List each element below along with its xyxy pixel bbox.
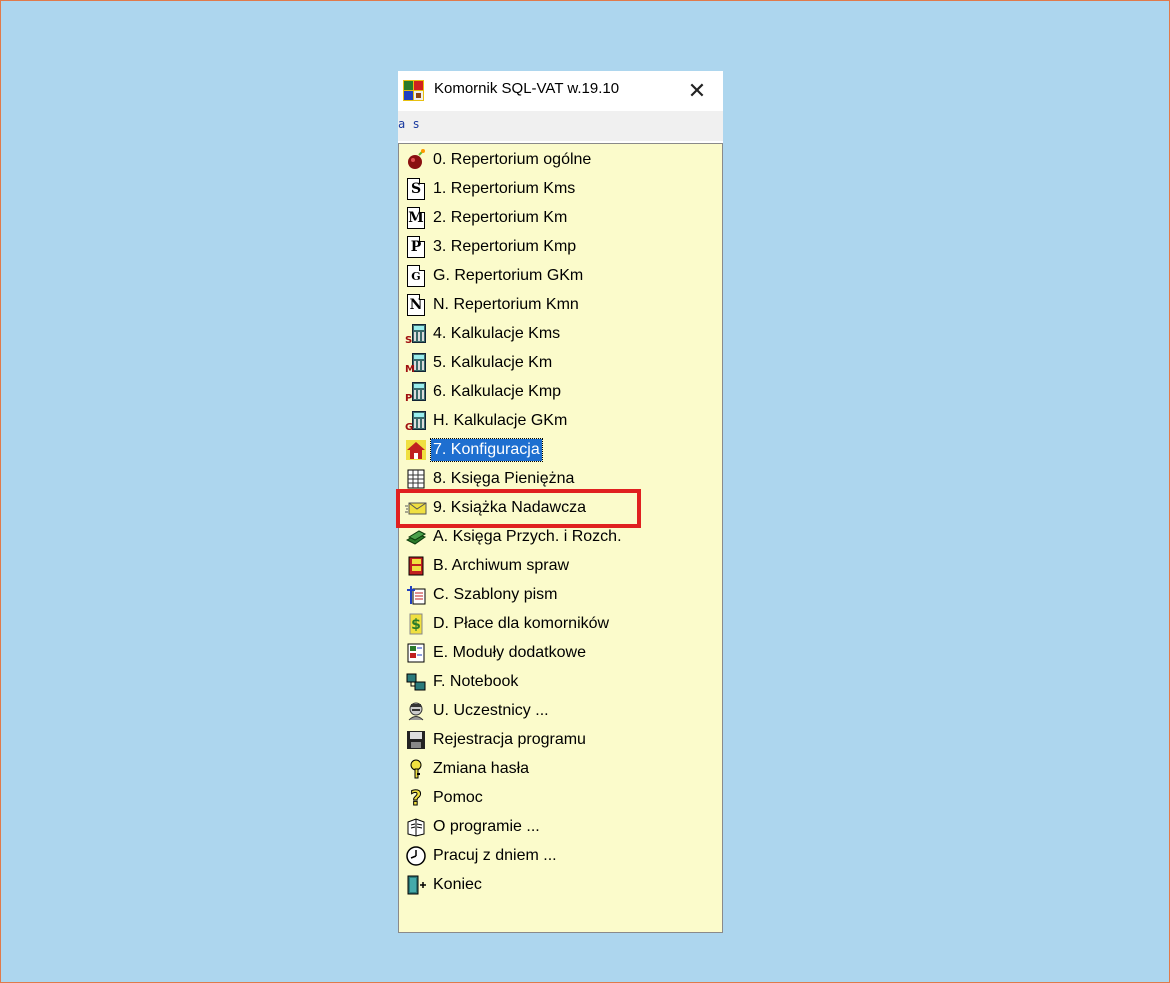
about-icon <box>405 816 427 838</box>
close-icon: ✕ <box>687 78 707 103</box>
letter-m-doc-icon: M <box>405 207 427 229</box>
menu-item-notebook[interactable]: F. Notebook <box>405 668 520 696</box>
menu-item-label: 3. Repertorium Kmp <box>433 238 577 255</box>
menu-item-ksiega-przychodow[interactable]: A. Księga Przych. i Rozch. <box>405 523 624 551</box>
calculator-p-icon: P <box>405 381 427 404</box>
app-window: Komornik SQL-VAT w.19.10 ✕ a s 0. Repert… <box>398 71 723 933</box>
menu-item-label: 7. Konfiguracja <box>430 438 543 462</box>
letter-s-doc-icon: S <box>405 178 427 200</box>
menu-item-o-programie[interactable]: O programie ... <box>405 813 542 841</box>
menu-item-archiwum-spraw[interactable]: B. Archiwum spraw <box>405 552 571 580</box>
house-icon <box>405 439 427 461</box>
modules-icon <box>405 642 427 664</box>
bomb-icon <box>405 149 427 171</box>
exit-door-icon <box>405 874 427 896</box>
menu-bar[interactable]: a s <box>398 111 723 141</box>
menu-item-label: 2. Repertorium Km <box>433 209 568 226</box>
menu-item-ksiazka-nadawcza[interactable]: 9. Książka Nadawcza <box>405 494 588 522</box>
app-logo-icon <box>403 80 424 101</box>
menu-item-repertorium-kms[interactable]: S 1. Repertorium Kms <box>405 175 577 203</box>
menu-item-label: A. Księga Przych. i Rozch. <box>433 528 622 545</box>
menu-item-place-komornikow[interactable]: $ D. Płace dla komorników <box>405 610 611 638</box>
menu-item-label: 8. Księga Pieniężna <box>433 470 575 487</box>
menu-item-repertorium-km[interactable]: M 2. Repertorium Km <box>405 204 569 232</box>
menu-item-kalkulacje-km[interactable]: M 5. Kalkulacje Km <box>405 349 554 377</box>
floppy-icon <box>405 729 427 751</box>
menu-item-repertorium-ogolne[interactable]: 0. Repertorium ogólne <box>405 146 593 174</box>
menu-item-repertorium-kmp[interactable]: P 3. Repertorium Kmp <box>405 233 578 261</box>
menu-item-pracuj-z-dniem[interactable]: Pracuj z dniem ... <box>405 842 559 870</box>
menu-item-label: U. Uczestnicy ... <box>433 702 549 719</box>
menu-item-label: C. Szablony pism <box>433 586 558 603</box>
menu-item-label: 4. Kalkulacje Kms <box>433 325 561 342</box>
menu-item-label: B. Archiwum spraw <box>433 557 570 574</box>
close-button[interactable]: ✕ <box>680 76 714 106</box>
menu-item-koniec[interactable]: Koniec <box>405 871 484 899</box>
ledger-icon <box>405 468 427 490</box>
menu-item-label: 9. Książka Nadawcza <box>433 499 586 516</box>
menu-item-label: Rejestracja programu <box>433 731 586 748</box>
menu-item-label: 0. Repertorium ogólne <box>433 151 592 168</box>
menu-item-label: Koniec <box>433 876 482 893</box>
participants-icon <box>405 700 427 722</box>
menu-item-label: G. Repertorium GKm <box>433 267 584 284</box>
dollar-icon: $ <box>405 613 427 635</box>
menu-item-label: Zmiana hasła <box>433 760 530 777</box>
menu-item-label: 1. Repertorium Kms <box>433 180 576 197</box>
menu-item-kalkulacje-kms[interactable]: S 4. Kalkulacje Kms <box>405 320 562 348</box>
menu-item-label: D. Płace dla komorników <box>433 615 610 632</box>
desktop-background: Komornik SQL-VAT w.19.10 ✕ a s 0. Repert… <box>0 0 1170 983</box>
money-icon <box>405 526 427 548</box>
notebook-icon <box>405 671 427 693</box>
calculator-m-icon: M <box>405 352 427 375</box>
letter-g-doc-icon: G <box>405 265 427 287</box>
envelope-icon <box>405 497 427 519</box>
window-title: Komornik SQL-VAT w.19.10 <box>434 80 620 97</box>
menu-item-repertorium-kmn[interactable]: N N. Repertorium Kmn <box>405 291 581 319</box>
menu-item-repertorium-gkm[interactable]: G G. Repertorium GKm <box>405 262 585 290</box>
menu-item-label: E. Moduły dodatkowe <box>433 644 586 661</box>
menu-item-konfiguracja[interactable]: 7. Konfiguracja <box>405 436 543 464</box>
menu-item-pomoc[interactable]: ? Pomoc <box>405 784 485 812</box>
svg-text:?: ? <box>410 787 422 809</box>
menu-item-label: O programie ... <box>433 818 540 835</box>
menu-item-label: Pracuj z dniem ... <box>433 847 557 864</box>
clock-icon <box>405 845 427 867</box>
menu-item-label: N. Repertorium Kmn <box>433 296 579 313</box>
menu-item-label: H. Kalkulacje GKm <box>433 412 568 429</box>
letter-n-doc-icon: N <box>405 294 427 316</box>
menu-item-zmiana-hasla[interactable]: Zmiana hasła <box>405 755 531 783</box>
help-icon: ? <box>405 787 427 809</box>
letter-p-doc-icon: P <box>405 236 427 258</box>
menu-item-label: 6. Kalkulacje Kmp <box>433 383 562 400</box>
archive-icon <box>405 555 427 577</box>
templates-icon <box>405 584 427 606</box>
menu-item-moduly-dodatkowe[interactable]: E. Moduły dodatkowe <box>405 639 588 667</box>
menu-item-label: F. Notebook <box>433 673 519 690</box>
calculator-g-icon: G <box>405 410 427 433</box>
menu-bar-text: a s <box>398 117 420 131</box>
menu-item-rejestracja-programu[interactable]: Rejestracja programu <box>405 726 588 754</box>
menu-item-szablony-pism[interactable]: C. Szablony pism <box>405 581 560 609</box>
menu-item-ksiega-pieniezna[interactable]: 8. Księga Pieniężna <box>405 465 576 493</box>
menu-item-kalkulacje-gkm[interactable]: G H. Kalkulacje GKm <box>405 407 569 435</box>
key-icon <box>405 758 427 780</box>
calculator-s-icon: S <box>405 323 427 346</box>
menu-item-kalkulacje-kmp[interactable]: P 6. Kalkulacje Kmp <box>405 378 563 406</box>
menu-item-uczestnicy[interactable]: U. Uczestnicy ... <box>405 697 551 725</box>
menu-item-label: Pomoc <box>433 789 483 806</box>
menu-item-label: 5. Kalkulacje Km <box>433 354 553 371</box>
main-menu-panel: 0. Repertorium ogólne S 1. Repertorium K… <box>398 143 723 933</box>
title-bar: Komornik SQL-VAT w.19.10 ✕ <box>398 71 723 111</box>
svg-text:$: $ <box>411 617 421 633</box>
